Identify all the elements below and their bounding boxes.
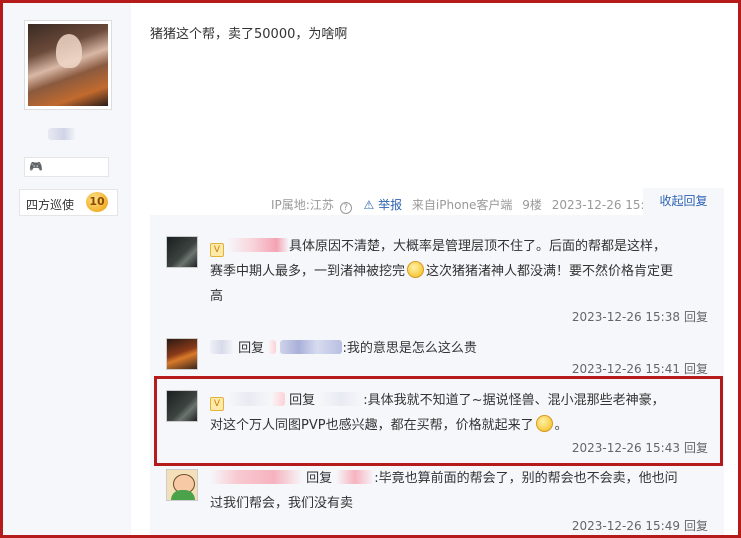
author-avatar[interactable] <box>24 20 112 110</box>
reply-item: 回复 :我的意思是怎么这么贵 2023-12-26 15:41 回复 <box>150 336 724 386</box>
reply-meta: 2023-12-26 15:41 回复 <box>572 360 708 377</box>
ip-location: IP属地:江苏 <box>271 198 334 212</box>
post-meta: IP属地:江苏 ? ⚠ 举报 来自iPhone客户端 9楼 2023-12-26… <box>271 196 660 214</box>
badge-level-number: 10 <box>86 192 108 212</box>
game-controller-icon: 🎮 <box>29 160 43 173</box>
username-blurred[interactable] <box>210 340 234 354</box>
badge-title: 四方巡使 <box>26 198 75 212</box>
reply-avatar[interactable] <box>166 338 198 370</box>
reply-text: 对这个万人同图PVP也感兴趣，都在买帮，价格就起来了 <box>210 418 534 433</box>
username-blurred[interactable] <box>210 470 302 484</box>
reply-text: :具体我就不知道了~据说怪兽、混小混那些老神豪， <box>363 393 665 408</box>
post-content: 猪猪这个帮，卖了50000，为啥啊 <box>150 27 348 42</box>
vip-icon: V <box>210 243 224 257</box>
reply-button[interactable]: 回复 <box>684 519 708 533</box>
username-blurred[interactable] <box>227 238 289 252</box>
reply-button[interactable]: 回复 <box>684 310 708 324</box>
target-user-blurred[interactable] <box>268 340 277 354</box>
reply-avatar[interactable] <box>166 469 198 501</box>
target-user-blurred[interactable] <box>319 392 364 406</box>
reply-to-label: 回复 <box>306 471 333 486</box>
client-source[interactable]: 来自iPhone客户端 <box>412 198 513 212</box>
reply-meta: 2023-12-26 15:49 回复 <box>572 517 708 534</box>
reply-time: 2023-12-26 15:43 <box>571 441 680 455</box>
avatar-image <box>28 24 108 106</box>
target-user-blurred[interactable] <box>280 340 343 354</box>
reply-meta: 2023-12-26 15:38 回复 <box>572 308 708 325</box>
reply-text: 这次猪猪渚神人都没满！要不然价格肯定更 <box>426 264 674 279</box>
target-user-blurred[interactable] <box>336 470 375 484</box>
author-sidebar: 🎮 四方巡使 10 <box>3 3 131 535</box>
title-badge[interactable]: 四方巡使 10 <box>19 189 118 216</box>
smiley-emoji-icon <box>407 261 425 278</box>
reply-button[interactable]: 回复 <box>684 362 708 376</box>
reply-meta: 2023-12-26 15:43 回复 <box>572 439 708 456</box>
reply-to-label: 回复 <box>289 393 316 408</box>
author-name-blurred[interactable] <box>48 128 88 140</box>
level-badge[interactable]: 🎮 <box>24 157 109 177</box>
reply-item: 回复 :毕竟也算前面的帮会了，别的帮会也不会卖，他也问 过我们帮会，我们没有卖 … <box>150 466 724 538</box>
reply-time: 2023-12-26 15:38 <box>571 310 680 324</box>
warning-icon: ⚠ <box>363 198 375 212</box>
reply-avatar[interactable] <box>166 236 198 268</box>
crying-emoji-icon <box>535 415 553 432</box>
reply-text: :我的意思是怎么这么贵 <box>342 341 477 356</box>
reply-avatar[interactable] <box>166 390 198 422</box>
reply-text: 赛季中期人最多，一到渚神被挖完 <box>210 264 406 279</box>
reply-text: :毕竟也算前面的帮会了，别的帮会也不会卖，他也问 <box>374 471 678 486</box>
reply-item-highlighted: V 回复 :具体我就不知道了~据说怪兽、混小混那些老神豪， 对这个万人同图PVP… <box>150 388 724 458</box>
help-icon[interactable]: ? <box>339 202 352 214</box>
reply-list: V 具体原因不清楚，大概率是管理层顶不住了。后面的帮都是这样， 赛季中期人最多，一… <box>150 215 724 538</box>
reply-to-label: 回复 <box>238 341 265 356</box>
reply-time: 2023-12-26 15:41 <box>571 362 680 376</box>
reply-text: 过我们帮会，我们没有卖 <box>210 496 354 511</box>
username-blurred[interactable] <box>271 392 285 406</box>
reply-button[interactable]: 回复 <box>684 441 708 455</box>
username-blurred[interactable] <box>227 392 271 406</box>
report-link[interactable]: 举报 <box>378 198 402 212</box>
reply-item: V 具体原因不清楚，大概率是管理层顶不住了。后面的帮都是这样， 赛季中期人最多，一… <box>150 234 724 334</box>
collapse-replies-button[interactable]: 收起回复 <box>643 188 724 215</box>
floor-number: 9楼 <box>522 198 542 212</box>
reply-text: 具体原因不清楚，大概率是管理层顶不住了。后面的帮都是这样， <box>289 239 667 254</box>
reply-time: 2023-12-26 15:49 <box>571 519 680 533</box>
vip-icon: V <box>210 397 224 411</box>
reply-text: 高 <box>210 289 224 304</box>
reply-text: 。 <box>554 418 568 433</box>
